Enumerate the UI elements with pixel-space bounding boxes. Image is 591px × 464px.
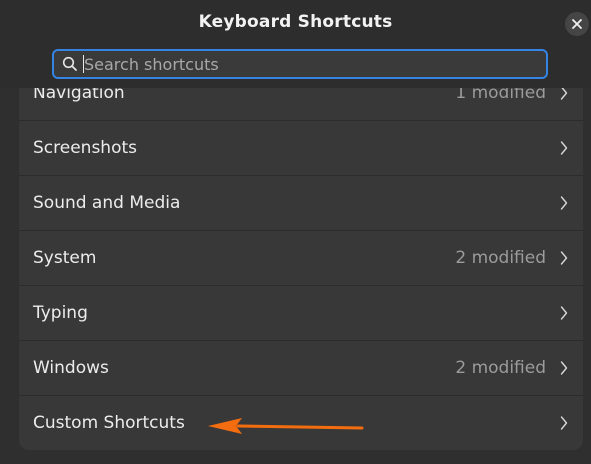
chevron-right-icon bbox=[559, 140, 569, 156]
shortcut-category-list: Navigation 1 modified Screenshots Sound … bbox=[19, 66, 583, 450]
chevron-right-icon bbox=[559, 360, 569, 376]
category-label: Custom Shortcuts bbox=[33, 413, 185, 433]
close-icon bbox=[572, 19, 582, 29]
search-icon bbox=[62, 56, 78, 72]
category-label: Windows bbox=[33, 358, 109, 378]
category-label: System bbox=[33, 248, 97, 268]
category-label: Screenshots bbox=[33, 138, 138, 158]
category-row-sound-and-media[interactable]: Sound and Media bbox=[19, 176, 583, 231]
search-input[interactable] bbox=[84, 51, 546, 77]
category-row-typing[interactable]: Typing bbox=[19, 286, 583, 341]
category-label: Sound and Media bbox=[33, 193, 181, 213]
header-bar: Keyboard Shortcuts bbox=[0, 0, 591, 88]
modified-status: 2 modified bbox=[455, 248, 546, 268]
category-row-system[interactable]: System 2 modified bbox=[19, 231, 583, 286]
chevron-right-icon bbox=[559, 195, 569, 211]
category-label: Typing bbox=[33, 303, 88, 323]
chevron-right-icon bbox=[559, 250, 569, 266]
category-row-screenshots[interactable]: Screenshots bbox=[19, 121, 583, 176]
close-button[interactable] bbox=[565, 12, 589, 36]
category-row-custom-shortcuts[interactable]: Custom Shortcuts bbox=[19, 396, 583, 450]
category-row-windows[interactable]: Windows 2 modified bbox=[19, 341, 583, 396]
chevron-right-icon bbox=[559, 415, 569, 431]
window-title: Keyboard Shortcuts bbox=[198, 12, 393, 32]
search-box[interactable] bbox=[52, 49, 548, 79]
modified-status: 2 modified bbox=[455, 358, 546, 378]
keyboard-shortcuts-window: Keyboard Shortcuts Navigation 1 modified bbox=[0, 0, 591, 464]
text-caret bbox=[83, 55, 84, 73]
chevron-right-icon bbox=[559, 305, 569, 321]
